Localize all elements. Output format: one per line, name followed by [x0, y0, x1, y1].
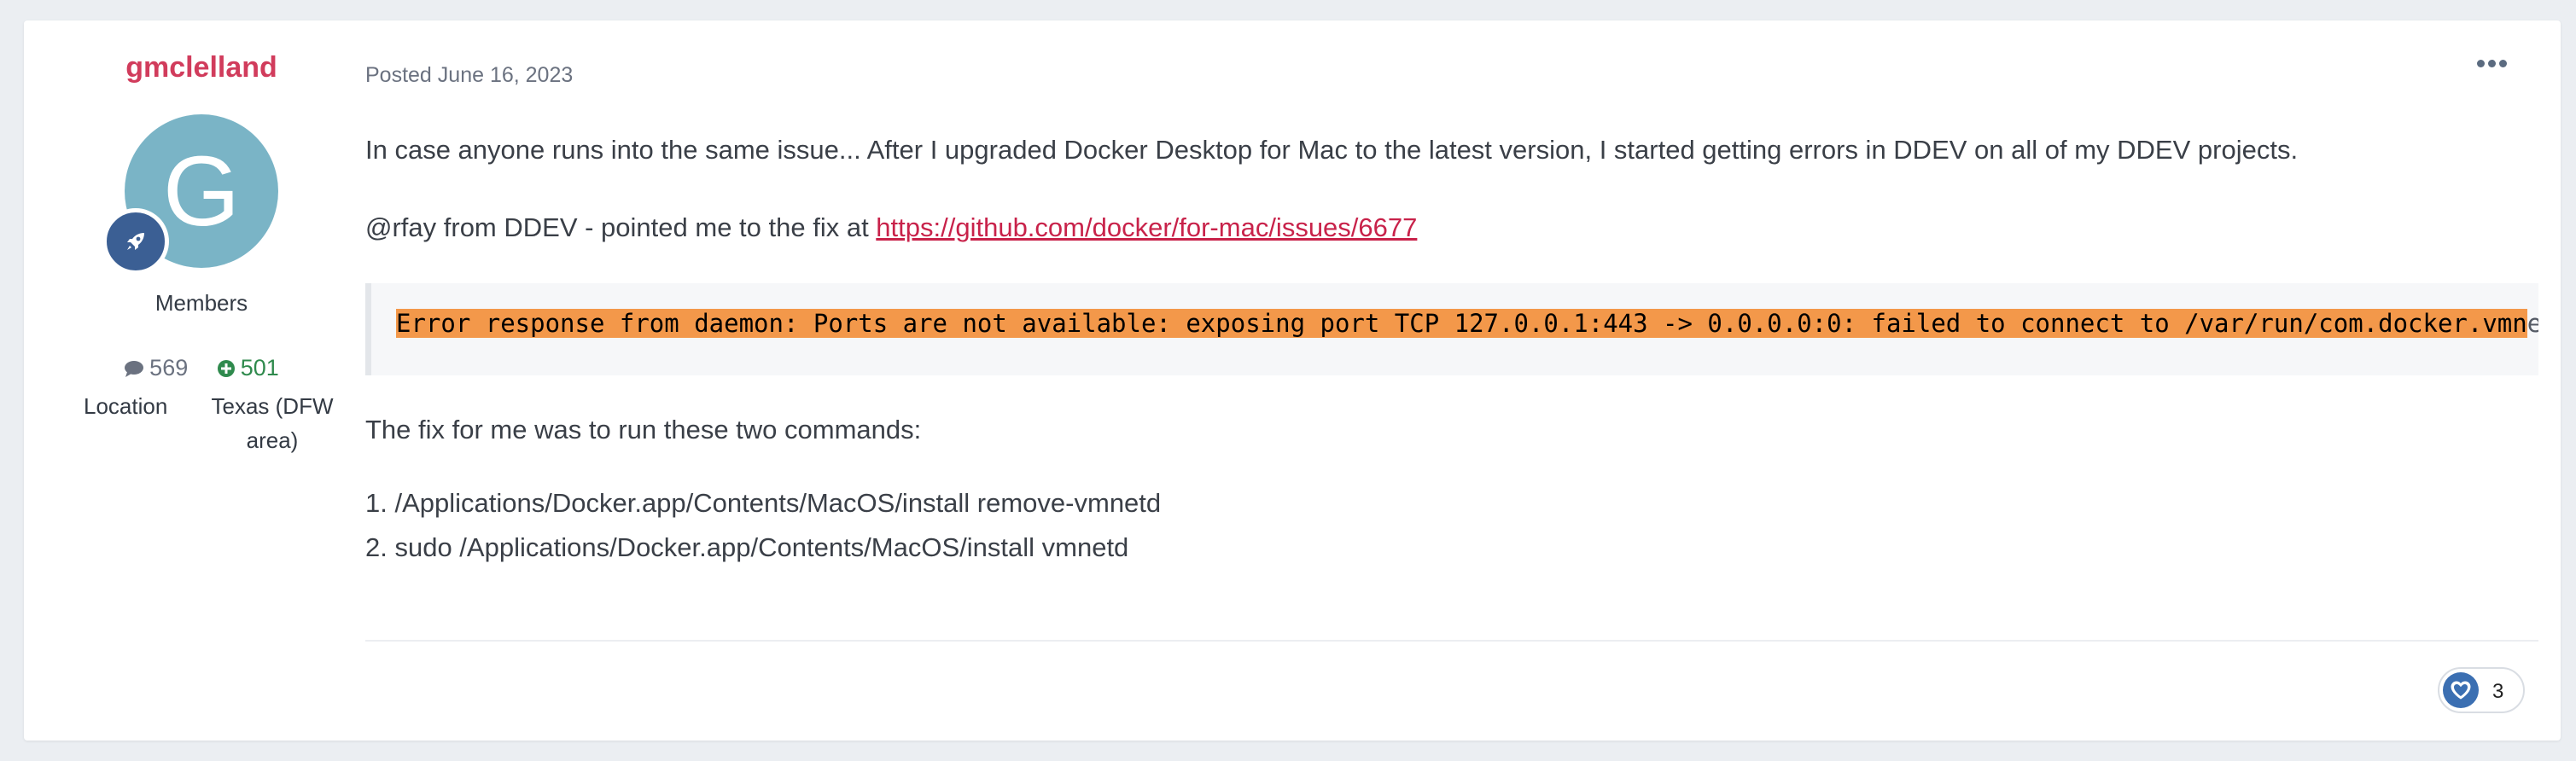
author-name-link[interactable]: gmclelland	[24, 51, 379, 84]
post-date: Posted June 16, 2023	[365, 63, 573, 88]
post-count: 569	[124, 355, 195, 380]
plus-circle-icon	[217, 360, 235, 377]
code-rest-text: etd.sock	[2527, 309, 2538, 338]
posted-prefix: Posted	[365, 63, 432, 87]
reputation-value: 501	[240, 355, 279, 380]
member-group: Members	[154, 290, 248, 316]
rocket-icon	[127, 233, 144, 250]
more-dots-icon	[2477, 60, 2485, 67]
author-stats: 569 501	[24, 355, 379, 381]
code-highlighted-text: Error response from daemon: Ports are no…	[396, 309, 2527, 338]
location-label: Location	[84, 393, 168, 419]
github-issue-link[interactable]: https://github.com/docker/for-mac/issues…	[876, 212, 1417, 242]
code-block[interactable]: Error response from daemon: Ports are no…	[365, 283, 2538, 375]
paragraph-2-text: @rfay from DDEV - pointed me to the fix …	[365, 212, 877, 242]
post-paragraph-3: The fix for me was to run these two comm…	[365, 415, 922, 444]
rank-badge[interactable]	[102, 208, 169, 275]
list-item: 1. /Applications/Docker.app/Contents/Mac…	[365, 488, 1162, 518]
comment-icon	[125, 361, 144, 377]
post-count-value: 569	[149, 355, 189, 380]
command-list: 1. /Applications/Docker.app/Contents/Mac…	[365, 488, 1161, 577]
location-value: Texas (DFW area)	[211, 393, 334, 453]
reaction-button[interactable]: 3	[2438, 667, 2525, 713]
posted-date[interactable]: June 16, 2023	[438, 63, 573, 87]
reputation[interactable]: 501	[217, 355, 279, 380]
post-divider	[365, 640, 2538, 642]
post-paragraph-1: In case anyone runs into the same issue.…	[365, 135, 2299, 165]
forum-post: gmclelland G Members 569 501 Location Te…	[24, 20, 2561, 741]
reaction-count: 3	[2492, 680, 2504, 703]
post-paragraph-2: @rfay from DDEV - pointed me to the fix …	[365, 212, 1417, 243]
code-line: Error response from daemon: Ports are no…	[396, 309, 2538, 338]
list-item: 2. sudo /Applications/Docker.app/Content…	[365, 532, 1129, 562]
more-options-button[interactable]	[2475, 56, 2509, 73]
heart-icon	[2443, 672, 2479, 708]
